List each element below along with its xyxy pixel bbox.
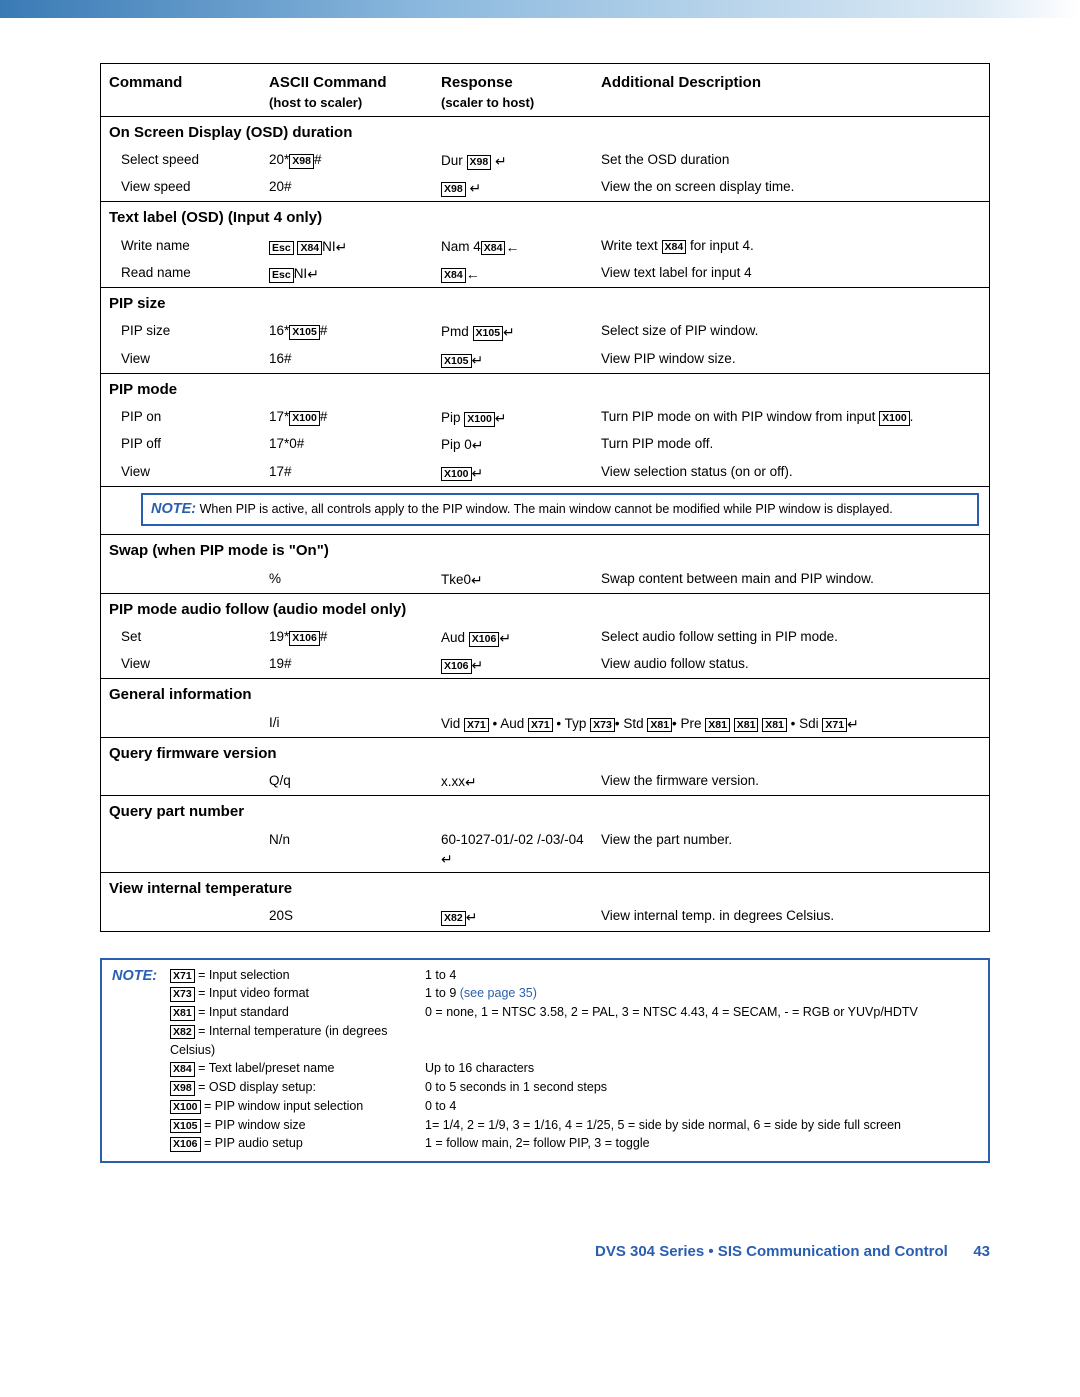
table-row: 20SX82↵View internal temp. in degrees Ce… [101,903,989,930]
section-title: On Screen Display (OSD) duration [101,116,989,147]
legend-row: X98 = OSD display setup:0 to 5 seconds i… [170,1078,978,1097]
footer-text: DVS 304 Series • SIS Communication and C… [595,1243,948,1260]
table-row: Set19*X106#Aud X106↵Select audio follow … [101,624,989,651]
table-row: Write nameEsc X84NI↵Nam 4X84←Write text … [101,233,989,260]
section-title: Text label (OSD) (Input 4 only) [101,201,989,232]
legend-row: X73 = Input video format1 to 9 (see page… [170,984,978,1003]
legend-row: X84 = Text label/preset nameUp to 16 cha… [170,1059,978,1078]
page-number: 43 [952,1243,990,1260]
col-ascii: ASCII Command (host to scaler) [261,64,433,116]
table-row: PIP off17*0#Pip 0↵Turn PIP mode off. [101,431,989,458]
col-response-label: Response [441,74,513,91]
legend-row: X100 = PIP window input selection0 to 4 [170,1097,978,1116]
col-response-sub: (scaler to host) [441,93,585,112]
col-response: Response (scaler to host) [433,64,593,116]
command-table: Command ASCII Command (host to scaler) R… [100,63,990,932]
table-row: PIP on17*X100#Pip X100↵Turn PIP mode on … [101,404,989,431]
legend-row: X105 = PIP window size1= 1/4, 2 = 1/9, 3… [170,1116,978,1135]
table-row: View17#X100↵View selection status (on or… [101,459,989,486]
section-title: View internal temperature [101,872,989,903]
section-title: Query part number [101,795,989,826]
section-title: PIP mode audio follow (audio model only) [101,593,989,624]
table-row: Read nameEscNI↵X84←View text label for i… [101,260,989,287]
col-command: Command [101,64,261,116]
table-row: %Tke0↵Swap content between main and PIP … [101,566,989,593]
page-footer: DVS 304 Series • SIS Communication and C… [100,1243,990,1260]
section-title: Query firmware version [101,737,989,768]
table-row: PIP size16*X105#Pmd X105↵Select size of … [101,318,989,345]
table-row: Select speed20*X98#Dur X98 ↵Set the OSD … [101,147,989,174]
table-row: Q/qx.xx↵View the firmware version. [101,768,989,795]
inline-note-box: NOTE: When PIP is active, all controls a… [141,493,979,527]
legend-row: X82 = Internal temperature (in degrees C… [170,1022,978,1060]
col-description: Additional Description [593,64,989,116]
note-label: NOTE: [112,968,157,984]
legend-note-box: NOTE: X71 = Input selection1 to 4X73 = I… [100,958,990,1164]
section-title: General information [101,678,989,709]
legend-row: X106 = PIP audio setup1 = follow main, 2… [170,1134,978,1153]
section-title: PIP mode [101,373,989,404]
table-row: I/iVid X71 • Aud X71 • Typ X73• Std X81•… [101,710,989,737]
table-row: View16#X105↵View PIP window size. [101,346,989,373]
section-title: Swap (when PIP mode is "On") [101,534,989,565]
col-ascii-label: ASCII Command [269,74,387,91]
legend-row: X81 = Input standard0 = none, 1 = NTSC 3… [170,1003,978,1022]
table-row: View speed20#X98 ↵View the on screen dis… [101,174,989,201]
table-row: N/n60-1027-01/-02 /-03/-04↵View the part… [101,827,989,872]
col-ascii-sub: (host to scaler) [269,93,425,112]
legend-row: X71 = Input selection1 to 4 [170,966,978,985]
table-row: View19#X106↵View audio follow status. [101,651,989,678]
section-title: PIP size [101,287,989,318]
